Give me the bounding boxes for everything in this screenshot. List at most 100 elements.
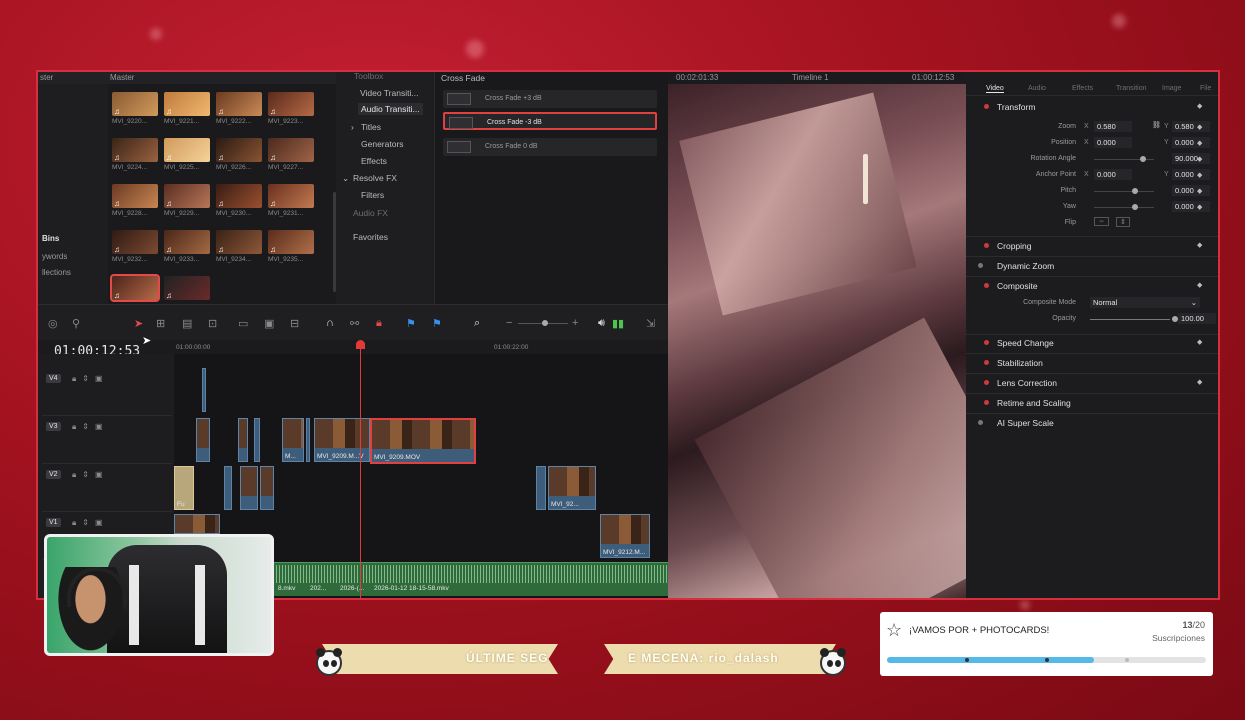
enable-dot[interactable] [984, 340, 989, 345]
anchor-y-field[interactable]: 0.000 [1172, 169, 1210, 180]
fx-cross-fade-0[interactable]: Cross Fade 0 dB [443, 138, 657, 156]
replace-clip-icon[interactable]: ⊟ [290, 317, 299, 330]
pitch-slider[interactable] [1094, 191, 1154, 192]
enable-dot[interactable] [984, 283, 989, 288]
enable-dot[interactable] [984, 104, 989, 109]
media-clip[interactable]: MVI_9223... [268, 92, 314, 128]
chevron-down-icon[interactable]: ⌄ [342, 173, 349, 184]
lock-icon[interactable]: 🔒︎ [376, 317, 382, 330]
yaw-slider-knob[interactable] [1132, 204, 1138, 210]
zoom-in-icon[interactable]: + [572, 317, 578, 329]
media-clip[interactable]: MVI_9234... [216, 230, 262, 266]
fx-audio-fx[interactable]: Audio FX [353, 208, 388, 218]
section-composite[interactable]: Composite [997, 281, 1038, 291]
track-controls-icon[interactable]: 🔒︎⇕▣ [72, 470, 109, 480]
dynamic-trim-icon[interactable]: ⊡ [208, 317, 217, 330]
yaw-slider[interactable] [1094, 207, 1154, 208]
fx-video-transitions[interactable]: Video Transiti... [360, 88, 418, 98]
zoom-slider-knob[interactable] [542, 320, 548, 326]
fx-cross-fade-plus3[interactable]: Cross Fade +3 dB [443, 90, 657, 108]
fx-filters[interactable]: Filters [361, 190, 384, 200]
keyframe-icon[interactable]: ◆ [1197, 123, 1202, 131]
track-controls-icon[interactable]: 🔒︎⇕▣ [72, 422, 109, 432]
keyframe-icon[interactable]: ◆ [1197, 281, 1202, 289]
timeline-clip[interactable] [254, 418, 260, 462]
timeline-clip[interactable] [174, 514, 220, 534]
fx-cross-fade-minus3[interactable]: Cross Fade -3 dB [443, 112, 657, 130]
media-clip[interactable]: MVI_9225... [164, 138, 210, 174]
rotation-field[interactable]: 90.000 [1172, 153, 1210, 164]
opacity-field[interactable]: 100.00 [1178, 313, 1216, 324]
link-icon[interactable]: ⚯ [350, 317, 359, 330]
section-retime-scaling[interactable]: Retime and Scaling [997, 398, 1071, 408]
keyframe-icon[interactable]: ◆ [1197, 241, 1202, 249]
section-cropping[interactable]: Cropping [997, 241, 1032, 251]
anchor-x-field[interactable]: 0.000 [1094, 169, 1132, 180]
keyframe-icon[interactable]: ◆ [1197, 187, 1202, 195]
position-x-field[interactable]: 0.000 [1094, 137, 1132, 148]
fx-audio-transitions[interactable]: Audio Transiti... [358, 103, 423, 115]
fx-generators[interactable]: Generators [361, 139, 404, 149]
section-ai-super-scale[interactable]: AI Super Scale [997, 418, 1054, 428]
snapping-icon[interactable]: ∩ [326, 317, 334, 329]
selection-tool-icon[interactable]: ➤ [134, 317, 143, 330]
keyframe-icon[interactable]: ◆ [1197, 155, 1202, 163]
track-header-v2[interactable]: V2 🔒︎⇕▣ [42, 466, 172, 512]
section-stabilization[interactable]: Stabilization [997, 358, 1043, 368]
tab-transition[interactable]: Transition [1116, 85, 1146, 92]
tab-audio[interactable]: Audio [1028, 85, 1046, 92]
media-clip[interactable]: MVI_9231... [268, 184, 314, 220]
tab-effects[interactable]: Effects [1072, 85, 1093, 92]
tab-image[interactable]: Image [1162, 85, 1181, 92]
fx-effects[interactable]: Effects [361, 156, 387, 166]
trim-tool-icon[interactable]: ⊞ [156, 317, 165, 330]
timeline-clip[interactable] [240, 466, 258, 510]
keyframe-icon[interactable]: ◆ [1197, 102, 1202, 110]
timeline-clip[interactable] [260, 466, 274, 510]
media-clip[interactable]: MVI_9229... [164, 184, 210, 220]
media-clip[interactable]: MVI_9232... [112, 230, 158, 266]
blade-tool-icon[interactable]: ▤ [182, 317, 192, 330]
enable-dot[interactable] [978, 420, 983, 425]
timeline-clip[interactable] [202, 368, 206, 412]
opacity-slider[interactable] [1090, 319, 1170, 320]
fx-favorites[interactable]: Favorites [353, 232, 388, 242]
rotation-slider-knob[interactable] [1140, 156, 1146, 162]
enable-dot[interactable] [984, 380, 989, 385]
speaker-icon[interactable]: 🔊︎ [598, 317, 605, 330]
composite-mode-select[interactable]: Normal ⌄ [1090, 297, 1200, 308]
pitch-field[interactable]: 0.000 [1172, 185, 1210, 196]
timeline-clip[interactable] [238, 418, 248, 462]
fx-resolve-fx[interactable]: Resolve FX [353, 173, 397, 183]
timeline-clip[interactable]: MVI_9209.M...V [314, 418, 370, 462]
keyframe-icon[interactable]: ◆ [1197, 378, 1202, 386]
media-clip[interactable]: MVI_9220... [112, 92, 158, 128]
track-header-v3[interactable]: V3 🔒︎⇕▣ [42, 418, 172, 464]
fx-toolbox[interactable]: Toolbox [354, 72, 383, 81]
marker-icon[interactable]: ⚑ [432, 317, 442, 330]
keyframe-icon[interactable]: ◆ [1197, 338, 1202, 346]
timeline-clip-selected[interactable]: MVI_9209.MOV [370, 418, 476, 464]
zoom-out-icon[interactable]: − [506, 317, 512, 329]
timeline-name[interactable]: Timeline 1 [792, 73, 829, 82]
timeline-clip[interactable] [196, 418, 210, 462]
timeline-clip[interactable] [306, 418, 310, 462]
overwrite-clip-icon[interactable]: ▣ [264, 317, 274, 330]
options-icon[interactable]: ⚲ [72, 317, 80, 330]
media-clip[interactable]: MVI_9227... [268, 138, 314, 174]
tab-video[interactable]: Video [986, 85, 1004, 93]
keyframe-icon[interactable]: ◆ [1197, 139, 1202, 147]
keywords-item[interactable]: ywords [42, 252, 67, 261]
chevron-right-icon[interactable]: › [351, 122, 354, 132]
collections-item[interactable]: llections [42, 268, 71, 277]
flag-icon[interactable]: ⚑ [406, 317, 416, 330]
section-transform[interactable]: Transform [997, 102, 1035, 112]
link-icon[interactable]: ⛓ [1152, 121, 1161, 129]
section-dynamic-zoom[interactable]: Dynamic Zoom [997, 261, 1054, 271]
insert-clip-icon[interactable]: ▭ [238, 317, 248, 330]
flip-vertical-icon[interactable]: ⇕ [1116, 217, 1130, 227]
keyframe-icon[interactable]: ◆ [1197, 171, 1202, 179]
zoom-icon[interactable]: ⌕ [474, 317, 480, 330]
media-clip[interactable]: MVI_9235... [268, 230, 314, 266]
fullscreen-icon[interactable]: ⇲ [646, 317, 655, 330]
